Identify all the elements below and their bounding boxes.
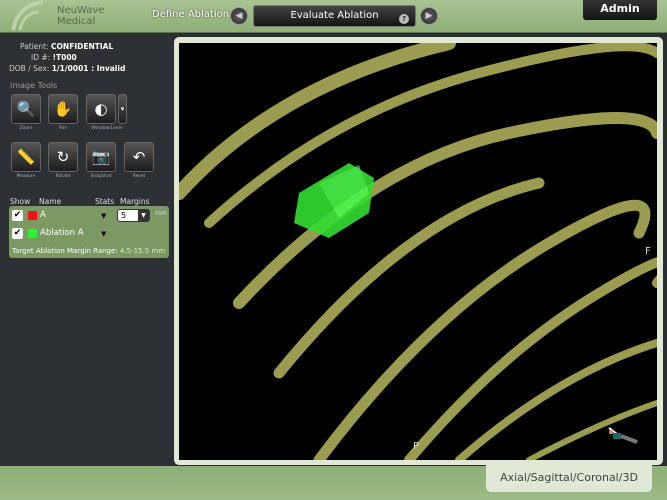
- orientation-label-right: F: [645, 246, 651, 257]
- pan-button[interactable]: ✋: [48, 94, 78, 124]
- prev-step-button[interactable]: ◀: [230, 7, 248, 25]
- neuwave-logo-icon: [11, 0, 44, 31]
- 3d-viewport[interactable]: F P: [179, 43, 657, 460]
- pan-label: Pan: [58, 126, 68, 131]
- show-checkbox-ablation-a[interactable]: ✔: [12, 228, 23, 239]
- header-stats: Stats: [95, 197, 115, 206]
- measure-button[interactable]: 📏: [11, 142, 41, 172]
- brand-line1: NeuWave: [57, 5, 105, 16]
- header-bar: NeuWave Medical Define Ablation ◀ Evaluat…: [0, 0, 667, 33]
- color-swatch-a: [28, 211, 37, 220]
- rib-2: [204, 43, 657, 228]
- header-show: Show: [10, 197, 31, 206]
- ruler-icon: 📏: [16, 148, 36, 166]
- snapshot-button[interactable]: 📷: [86, 142, 116, 172]
- structure-name-ablation-a: Ablation A: [40, 228, 84, 238]
- rib-rendering: [179, 43, 657, 460]
- rotate-label: Rotate: [55, 174, 71, 179]
- color-swatch-ablation-a: [28, 229, 37, 238]
- next-step-button[interactable]: ▶: [420, 7, 438, 25]
- patient-dob: DOB / Sex: 1/1/0001 : Invalid: [9, 64, 126, 73]
- snapshot-label: Snapshot: [90, 174, 112, 179]
- viewport-frame: F P: [174, 37, 663, 465]
- ablation-zone: [294, 163, 374, 238]
- brand-name: NeuWave Medical: [57, 5, 104, 27]
- window-level-dropdown[interactable]: ▾: [118, 94, 127, 124]
- contrast-icon: ◐: [94, 100, 108, 118]
- measure-label: Measure: [16, 174, 36, 179]
- image-tools-title: Image Tools: [10, 81, 58, 90]
- window-level-label: Window/Level: [91, 126, 123, 131]
- orientation-label-bottom: P: [413, 441, 420, 452]
- reset-label: Reset: [132, 174, 146, 179]
- magnifier-icon: 🔍: [16, 100, 36, 118]
- margin-select[interactable]: 5 ▼: [117, 209, 150, 222]
- structure-name-a: A: [40, 210, 46, 220]
- show-checkbox-a[interactable]: ✔: [12, 210, 23, 221]
- rotate-icon: ↻: [56, 148, 70, 166]
- current-step-button[interactable]: Evaluate Ablation?: [253, 5, 416, 27]
- orientation-figure-icon: [608, 427, 638, 444]
- hand-icon: ✋: [53, 100, 73, 118]
- zoom-label: Zoom: [19, 126, 33, 131]
- window-level-button[interactable]: ◐: [86, 94, 116, 124]
- admin-button[interactable]: Admin: [583, 0, 657, 20]
- reset-button[interactable]: ↶: [124, 142, 154, 172]
- zoom-button[interactable]: 🔍: [11, 94, 41, 124]
- help-icon[interactable]: ?: [399, 14, 409, 24]
- margin-value: 5: [121, 211, 127, 220]
- stats-dropdown-a[interactable]: ▼: [101, 212, 106, 220]
- patient-id: ID #: !T000: [31, 53, 77, 62]
- current-step-label: Evaluate Ablation: [290, 10, 379, 21]
- patient-name: Patient: CONFIDENTIAL: [20, 42, 114, 51]
- chevron-down-icon: ▼: [138, 210, 149, 221]
- brand-line2: Medical: [57, 16, 96, 27]
- margin-unit: mm: [155, 210, 167, 217]
- rib-5: [313, 199, 651, 460]
- structures-table: ✔ A ▼ 5 ▼ mm ✔ Ablation A ▼ Target Ablati…: [9, 206, 169, 258]
- rib-8: [526, 400, 657, 460]
- header-name: Name: [39, 197, 62, 206]
- stats-dropdown-ablation-a[interactable]: ▼: [101, 230, 106, 238]
- undo-icon: ↶: [132, 148, 146, 166]
- view-mode-tab[interactable]: Axial/Sagittal/Coronal/3D: [486, 460, 652, 492]
- header-margins: Margins: [120, 197, 150, 206]
- rotate-button[interactable]: ↻: [48, 142, 78, 172]
- camera-icon: 📷: [91, 148, 111, 166]
- chevron-down-icon: ▾: [120, 105, 125, 113]
- prev-step-label[interactable]: Define Ablation: [152, 9, 229, 20]
- margin-range: Target Ablation Margin Range: 4.5-15.5 m…: [12, 247, 166, 255]
